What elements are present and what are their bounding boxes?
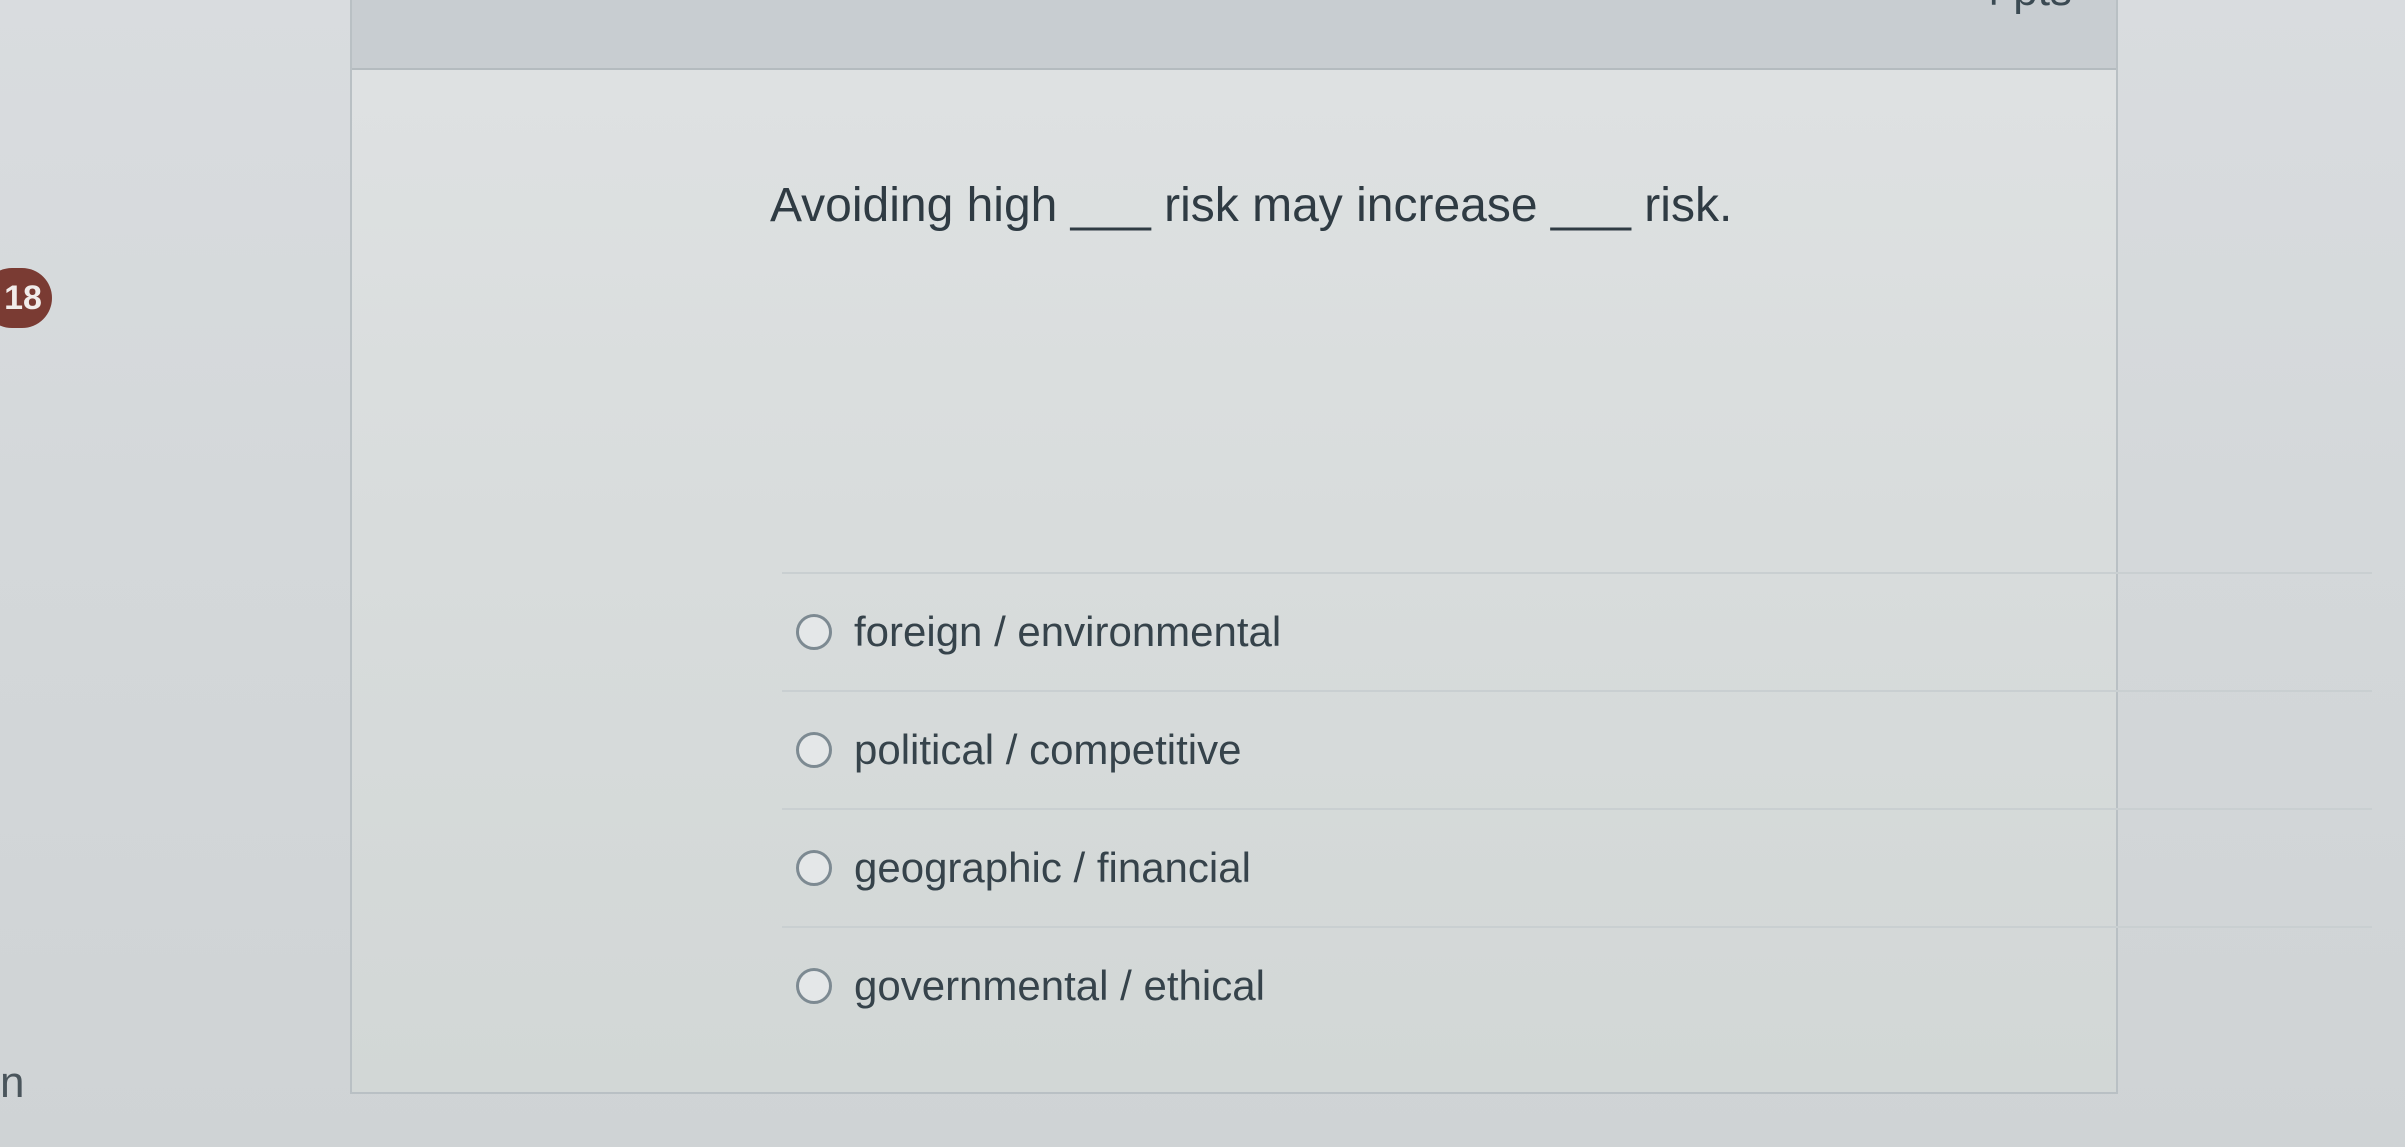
- question-number: 18: [4, 278, 42, 317]
- answer-option[interactable]: governmental / ethical: [782, 926, 2372, 1044]
- radio-button[interactable]: [796, 968, 832, 1004]
- radio-button[interactable]: [796, 850, 832, 886]
- question-text: Avoiding high ___ risk may increase ___ …: [770, 179, 1733, 232]
- answer-option[interactable]: foreign / environmental: [782, 572, 2372, 690]
- sidebar-text-fragment: n: [0, 1058, 25, 1107]
- radio-button[interactable]: [796, 732, 832, 768]
- answer-label: foreign / environmental: [854, 608, 1282, 655]
- answer-list: foreign / environmental political / comp…: [782, 572, 2372, 1044]
- question-points: 4 pts: [1977, 0, 2072, 16]
- answer-label: geographic / financial: [854, 844, 1251, 891]
- answer-option[interactable]: political / competitive: [782, 690, 2372, 808]
- answer-option[interactable]: geographic / financial: [782, 808, 2372, 926]
- radio-button[interactable]: [796, 614, 832, 650]
- question-card: 4 pts Avoiding high ___ risk may increas…: [350, 0, 2372, 1094]
- answer-label: political / competitive: [854, 726, 1242, 773]
- answer-label: governmental / ethical: [854, 962, 1265, 1009]
- question-header: 4 pts: [352, 0, 2116, 70]
